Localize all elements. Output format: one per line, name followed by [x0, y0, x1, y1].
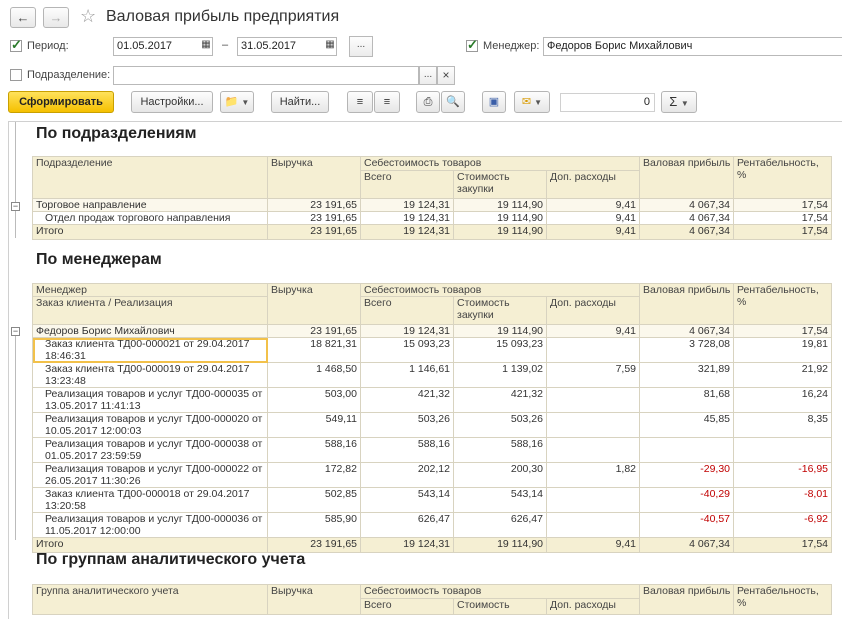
manager-label: Менеджер: — [483, 40, 540, 52]
sigma-icon: Σ — [669, 94, 678, 109]
back-button[interactable]: ← — [10, 7, 36, 28]
list-expand-icon: ≡ — [383, 96, 391, 108]
managers-table: Менеджер Выручка Себестоимость товаров В… — [32, 283, 833, 553]
col-header-gross-profit: Валовая прибыль — [639, 283, 735, 325]
col-header-order: Заказ клиента / Реализация — [32, 296, 268, 325]
table-row[interactable]: Реализация товаров и услуг ТД00-000020 о… — [32, 412, 833, 438]
col-header-gross-profit: Валовая прибыль — [639, 156, 735, 199]
expand-groups-button[interactable]: ≡ — [374, 91, 400, 113]
sum-button[interactable]: Σ ▼ — [661, 91, 697, 113]
col-header-cost-total: Всего — [360, 296, 454, 325]
favorite-star-icon[interactable]: ☆ — [80, 6, 96, 27]
table-row[interactable]: Заказ клиента ТД00-000018 от 29.04.2017 … — [32, 487, 833, 513]
sum-value-field: 0 — [560, 93, 655, 112]
col-header-purchase-cost: Стоимость закупки — [453, 296, 547, 325]
floppy-disk-icon: ▣ — [488, 96, 500, 108]
divisions-table: Подразделение Выручка Себестоимость това… — [32, 156, 833, 240]
analytics-groups-table: Группа аналитического учета Выручка Себе… — [32, 584, 833, 615]
col-header-analytics-group: Группа аналитического учета — [32, 584, 268, 615]
col-header-margin: Рентабельность, % — [733, 156, 833, 199]
col-header-division: Подразделение — [32, 156, 268, 199]
collapse-group-icon[interactable]: − — [11, 327, 20, 336]
table-row[interactable]: Заказ клиента ТД00-000021 от 29.04.2017 … — [32, 337, 833, 363]
section-title-managers: По менеджерам — [36, 251, 162, 268]
division-select-button[interactable]: ... — [419, 66, 437, 85]
report-spreadsheet[interactable]: − − По подразделениям Подразделение Выру… — [8, 121, 842, 619]
col-header-cost-total: Всего — [360, 170, 454, 199]
list-collapse-icon: ≡ — [356, 96, 364, 108]
preview-button[interactable]: 🔍 — [441, 91, 465, 113]
collapse-group-icon[interactable]: − — [11, 202, 20, 211]
table-row[interactable]: Торговое направление 23 191,65 19 124,31… — [32, 198, 833, 212]
period-checkbox[interactable] — [10, 37, 22, 53]
collapse-groups-button[interactable]: ≡ — [347, 91, 373, 113]
col-header-cost: Себестоимость товаров — [359, 156, 641, 171]
col-header-purchase-cost: Стоимость закупки — [453, 170, 547, 199]
col-header-revenue: Выручка — [267, 156, 361, 199]
period-dash: – — [222, 39, 229, 51]
table-row[interactable]: Реализация товаров и услуг ТД00-000022 о… — [32, 462, 833, 488]
calendar-from-icon[interactable]: ▦ — [198, 37, 214, 56]
generate-button[interactable]: Сформировать — [8, 91, 114, 113]
arrow-right-icon: → — [49, 10, 63, 25]
division-clear-button[interactable]: × — [437, 66, 455, 85]
col-header-cost-total: Всего — [360, 598, 454, 615]
division-label: Подразделение: — [27, 69, 111, 81]
envelope-icon: ✉ — [521, 96, 532, 108]
table-row[interactable]: Отдел продаж торгового направления 23 19… — [32, 211, 833, 225]
col-header-gross-profit: Валовая прибыль — [639, 584, 735, 615]
chevron-down-icon: ▼ — [241, 98, 250, 107]
table-row[interactable]: Заказ клиента ТД00-000019 от 29.04.2017 … — [32, 362, 833, 388]
section-title-analytics-groups: По группам аналитического учета — [36, 551, 306, 568]
printer-icon: ⎙ — [423, 96, 433, 108]
col-header-manager: Менеджер — [32, 283, 268, 297]
folder-icon: 📁 — [224, 96, 239, 108]
page-title: Валовая прибыль предприятия — [106, 8, 340, 25]
col-header-purchase-cost: Стоимость — [453, 598, 547, 615]
calendar-to-icon[interactable]: ▦ — [322, 37, 338, 56]
chevron-down-icon: ▼ — [534, 98, 543, 107]
col-header-margin: Рентабельность, % — [733, 584, 833, 615]
arrow-left-icon: ← — [16, 10, 30, 25]
division-field[interactable] — [113, 66, 419, 85]
col-header-extra-costs: Доп. расходы — [545, 296, 641, 325]
chevron-down-icon: ▼ — [680, 99, 689, 108]
col-header-revenue: Выручка — [267, 584, 361, 615]
table-row[interactable]: Реализация товаров и услуг ТД00-000036 о… — [32, 512, 833, 538]
section-title-divisions: По подразделениям — [36, 125, 197, 142]
col-header-extra-costs: Доп. расходы — [545, 598, 641, 615]
settings-button[interactable]: Настройки... — [131, 91, 213, 113]
division-checkbox[interactable] — [10, 69, 22, 81]
forward-button[interactable]: → — [43, 7, 69, 28]
send-email-button[interactable]: ✉ ▼ — [514, 91, 550, 113]
print-button[interactable]: ⎙ — [416, 91, 440, 113]
print-preview-icon: 🔍 — [446, 96, 460, 108]
col-header-cost: Себестоимость товаров — [359, 584, 641, 599]
grouping-gutter: − − — [9, 122, 31, 619]
table-row[interactable]: Реализация товаров и услуг ТД00-000035 о… — [32, 387, 833, 413]
find-button[interactable]: Найти... — [271, 91, 329, 113]
manager-field[interactable]: Федоров Борис Михайлович — [543, 37, 842, 56]
total-row[interactable]: Итого 23 191,65 19 124,31 19 114,90 9,41… — [32, 224, 833, 240]
col-header-revenue: Выручка — [267, 283, 361, 325]
table-row[interactable]: Федоров Борис Михайлович 23 191,65 19 12… — [32, 324, 833, 338]
period-select-button[interactable]: ... — [349, 36, 373, 57]
col-header-cost: Себестоимость товаров — [359, 283, 641, 297]
manager-checkbox[interactable] — [466, 37, 478, 53]
col-header-extra-costs: Доп. расходы — [545, 170, 641, 199]
save-button[interactable]: ▣ — [482, 91, 506, 113]
col-header-margin: Рентабельность, % — [733, 283, 833, 325]
table-row[interactable]: Реализация товаров и услуг ТД00-000038 о… — [32, 437, 833, 463]
variants-button[interactable]: 📁 ▼ — [220, 91, 254, 113]
period-label: Период: — [27, 40, 69, 52]
